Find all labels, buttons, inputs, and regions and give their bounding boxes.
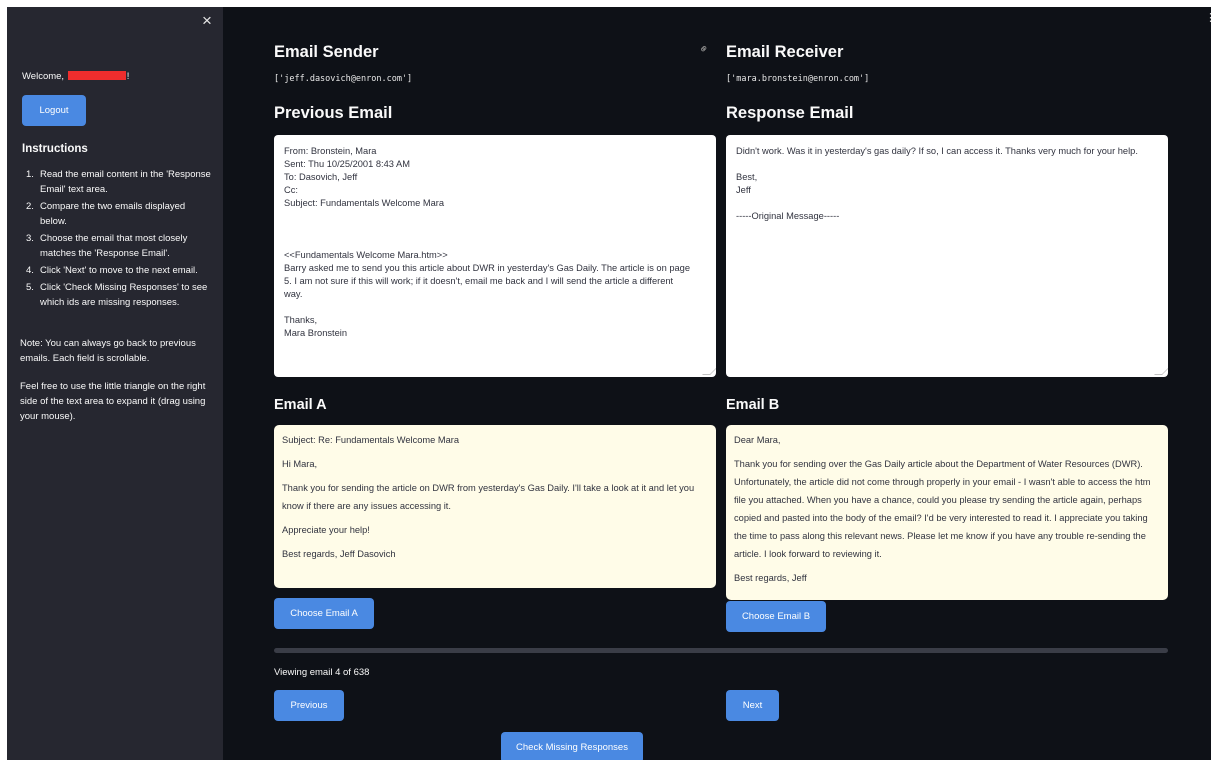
instruction-item: 5. Click 'Check Missing Responses' to see… [26, 282, 208, 308]
email-a-paragraph: Appreciate your help! [282, 525, 370, 535]
instruction-item: 3. Choose the email that most closely mat… [26, 233, 188, 259]
previous-email-title: Previous Email [274, 104, 393, 122]
email-a-paragraph: Thank you for sending the article on DWR… [282, 483, 695, 511]
email-a-paragraph: Best regards, Jeff Dasovich [282, 549, 396, 559]
redacted-username [67, 71, 126, 80]
welcome-suffix: ! [126, 71, 130, 82]
email-a-title: Email A [274, 397, 327, 413]
app-root: × Welcome, ! Logout Instructions 1. Read … [7, 7, 1211, 760]
instruction-item: 4. Click 'Next' to move to the next email… [26, 265, 198, 276]
scroll-note: Note: You can always go back to previous… [20, 338, 196, 364]
choose-email-a-button[interactable]: Choose Email A [274, 598, 374, 629]
instruction-item: 1. Read the email content in the 'Respons… [26, 169, 211, 195]
response-email-textarea[interactable]: Didn't work. Was it in yesterday's gas d… [726, 135, 1168, 377]
logout-button[interactable]: Logout [22, 95, 86, 126]
sidebar: × Welcome, ! Logout Instructions 1. Read … [7, 7, 223, 760]
progress-divider [274, 648, 1168, 653]
email-a-paragraph: Hi Mara, [282, 459, 318, 469]
email-b-paragraph: Thank you for sending over the Gas Daily… [734, 459, 1151, 559]
response-email-title: Response Email [726, 104, 854, 122]
instruction-item: 2. Compare the two emails displayed below… [26, 201, 186, 227]
next-button[interactable]: Next [726, 690, 779, 721]
check-missing-responses-button[interactable]: Check Missing Responses [501, 732, 643, 760]
resize-handle[interactable] [702, 367, 716, 375]
previous-button[interactable]: Previous [274, 690, 344, 721]
resize-handle[interactable] [1154, 367, 1168, 375]
link-icon[interactable]: ⚭ [696, 40, 713, 57]
resize-tip: Feel free to use the little triangle on … [20, 381, 206, 422]
email-b-title: Email B [726, 397, 780, 413]
more-vertical-icon[interactable]: ⋮ [1205, 13, 1211, 24]
welcome-prefix: Welcome, [22, 71, 65, 82]
previous-email-textarea[interactable]: From: Bronstein, Mara Sent: Thu 10/25/20… [274, 135, 716, 377]
receiver-value: ['mara.bronstein@enron.com'] [726, 74, 870, 84]
instructions-list: 1. Read the email content in the 'Respons… [22, 167, 212, 312]
choose-email-b-button[interactable]: Choose Email B [726, 601, 826, 632]
email-b-card: Dear Mara, Thank you for sending over th… [726, 425, 1168, 600]
email-b-paragraph: Dear Mara, [734, 435, 781, 445]
email-a-card: Subject: Re: Fundamentals Welcome Mara H… [274, 425, 716, 588]
email-b-paragraph: Best regards, Jeff [734, 573, 807, 583]
email-a-paragraph: Subject: Re: Fundamentals Welcome Mara [282, 435, 460, 445]
viewing-status: Viewing email 4 of 638 [274, 667, 370, 678]
instructions-heading: Instructions [22, 143, 88, 155]
sender-value: ['jeff.dasovich@enron.com'] [274, 74, 413, 84]
close-icon[interactable]: × [199, 12, 215, 29]
sender-title: Email Sender [274, 43, 379, 61]
welcome-message: Welcome, ! [22, 71, 129, 82]
receiver-title: Email Receiver [726, 43, 844, 61]
